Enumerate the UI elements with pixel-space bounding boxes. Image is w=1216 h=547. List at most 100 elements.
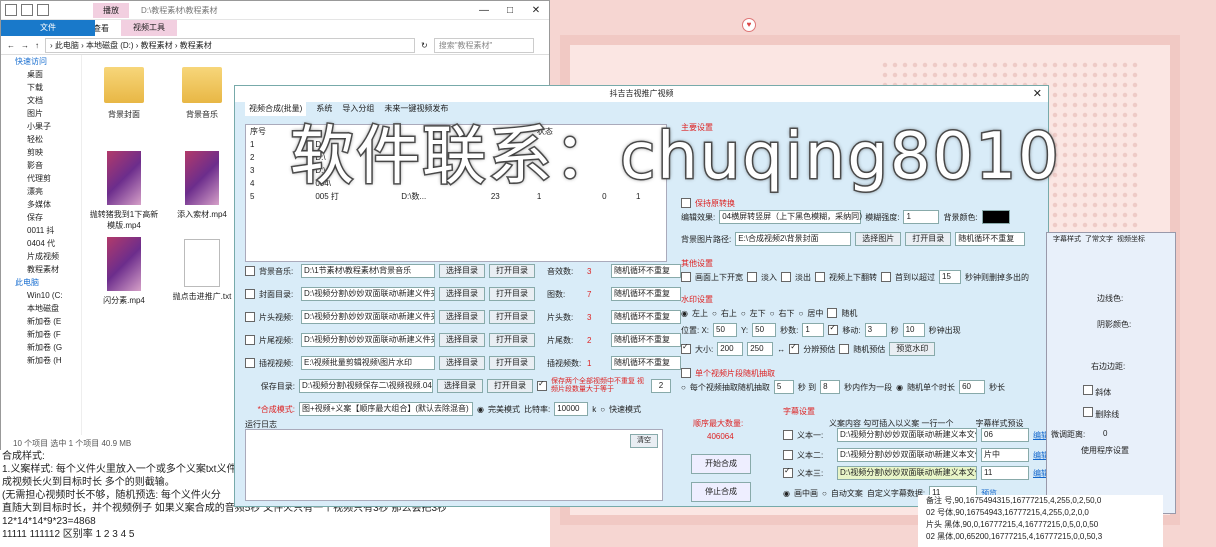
subtitle-path-input[interactable]: D:\视频分割\妙妙双面联动\新建义本文件夹 [837,448,977,462]
insert-checkbox[interactable] [245,358,255,368]
move-checkbox[interactable] [828,323,839,335]
adaptive-checkbox[interactable] [789,342,800,354]
nav-item[interactable]: 片成视频 [1,250,81,263]
strike-checkbox[interactable] [1083,407,1093,417]
radio-off-icon[interactable]: ○ [741,309,746,318]
size-checkbox[interactable] [681,342,691,354]
subtitle-checkbox[interactable] [783,430,793,440]
open-dir-button[interactable]: 打开目录 [905,232,952,246]
nav-item[interactable]: 0404 代 [1,237,81,250]
nav-drive[interactable]: Win10 (C: [1,289,81,302]
file-item[interactable]: 闪分素.mp4 [89,237,159,306]
height-input[interactable]: 250 [747,342,774,356]
play-tool-tab[interactable]: 播放 [93,2,129,18]
up-icon[interactable]: ↑ [35,41,39,50]
tab-video-coords[interactable]: 视频坐标 [1117,233,1145,247]
mode-select[interactable]: 随机循环不重复 [611,310,681,324]
list-item[interactable]: 02 号体,90,16754943,16777215,4,255,0,2,0,0 [918,507,1163,519]
search-input[interactable]: 搜索"教程素材" [433,37,534,53]
stop-compose-button[interactable]: 停止合成 [691,482,751,502]
intro-path-input[interactable]: D:\视频分割\妙妙双面联动\新建义件夹 [301,310,435,324]
list-item[interactable]: 备注 号,90,1675494315,16777215,4,255,0,2,50… [918,495,1163,507]
effect-select[interactable]: 04横屏转竖屏（上下黑色模糊，采纳同） [719,210,867,224]
radio-on-icon[interactable]: ◉ [896,383,903,392]
mode-select[interactable]: 随机循环不重复 [611,264,681,278]
link-icon[interactable]: ↔ [777,345,785,354]
pos-x-input[interactable]: 50 [713,323,738,337]
fine-tune-select[interactable]: 0 [1103,429,1107,438]
ribbon-tab-video-tools[interactable]: 视频工具 [121,20,177,36]
file-item[interactable]: 抛转猪我到1下高新模版.mp4 [89,151,159,231]
tab-subtitle-style[interactable]: 字幕样式 [1053,233,1081,247]
radio-off-icon[interactable]: ○ [681,383,686,392]
subtitle-style-select[interactable]: 片中 [981,448,1029,462]
unique-checkbox[interactable] [537,379,547,391]
blur-select[interactable]: 1 [903,210,940,224]
nav-item[interactable]: 下载 [1,81,81,94]
random-checkbox[interactable] [827,308,838,318]
start-compose-button[interactable]: 开始合成 [691,454,751,474]
file-item[interactable]: 抛点击进推广.txt [167,237,237,302]
nav-item[interactable]: 0011 抖 [1,224,81,237]
nav-item[interactable]: 代理剪 [1,172,81,185]
save-path-input[interactable]: D:\视频分割\视频保存二\视频视频.040 [299,379,433,393]
option-checkbox[interactable] [747,272,757,282]
file-item[interactable]: 添入索材.mp4 [167,151,237,220]
radio-off-icon[interactable]: ○ [712,309,717,318]
cover-mode-select[interactable]: 随机循环不重复 [955,232,1026,246]
radio-off-icon[interactable]: ○ [799,309,804,318]
intro-checkbox[interactable] [245,312,255,322]
nav-this-pc[interactable]: 此电脑 [1,276,81,289]
tab-common-text[interactable]: 了常文字 [1085,233,1113,247]
open-dir-button[interactable]: 打开目录 [489,264,535,278]
bgm-path-input[interactable]: D:\1节素材\教程素材\背景音乐 [301,264,435,278]
mode-select[interactable]: 随机循环不重复 [611,333,681,347]
move-input[interactable]: 3 [864,323,887,337]
mode-select[interactable]: 随机循环不重复 [611,356,681,370]
refresh-icon[interactable]: ↻ [421,41,428,50]
select-dir-button[interactable]: 选择目录 [439,264,485,278]
nav-item[interactable]: 保存 [1,211,81,224]
select-dir-button[interactable]: 选择目录 [439,287,485,301]
width-input[interactable]: 200 [717,342,744,356]
option-checkbox[interactable] [815,272,825,282]
select-dir-button[interactable]: 选择目录 [439,356,485,370]
radio-on-icon[interactable]: ◉ [477,405,484,414]
nav-item[interactable]: 图片 [1,107,81,120]
outro-path-input[interactable]: D:\视频分割\妙妙双面联动\新建义件夹 [301,333,435,347]
radio-on-icon[interactable]: ◉ [783,489,790,498]
nav-item[interactable]: 多媒体 [1,198,81,211]
nav-quick-access[interactable]: 快速访问 [1,55,81,68]
nav-item[interactable]: 教程素材 [1,263,81,276]
select-dir-button[interactable]: 选择目录 [439,333,485,347]
open-dir-button[interactable]: 打开目录 [487,379,533,393]
new-folder-icon[interactable] [37,4,49,16]
nav-drive[interactable]: 新加卷 (H [1,354,81,367]
nav-item[interactable]: 文档 [1,94,81,107]
bgcolor-swatch[interactable] [981,210,1010,224]
radio-off-icon[interactable]: ○ [770,309,775,318]
subtitle-style-select[interactable]: 11 [981,466,1029,480]
nav-item[interactable]: 轻松 [1,133,81,146]
run-log-area[interactable]: 清空 [245,429,663,501]
to-input[interactable]: 8 [820,380,841,394]
preview-watermark-button[interactable]: 预览水印 [889,342,936,356]
open-dir-button[interactable]: 打开目录 [489,356,535,370]
len-select[interactable]: 60 [959,380,986,394]
trim-seconds-input[interactable]: 15 [939,270,961,284]
open-dir-button[interactable]: 打开目录 [489,333,535,347]
radio-off-icon[interactable]: ○ [822,489,827,498]
nav-drive[interactable]: 新加卷 (G [1,341,81,354]
quick-access-icon[interactable] [5,4,17,16]
mode-select[interactable]: 随机循环不重复 [611,287,681,301]
radio-off-icon[interactable]: ○ [600,405,605,414]
close-icon[interactable]: ✕ [523,5,549,16]
maximize-icon[interactable]: □ [497,5,523,16]
cover-bg-path-input[interactable]: E:\合成视频2\背景封面 [735,232,852,246]
cover-path-input[interactable]: D:\视频分割\妙妙双面联动\新建义件夹 [301,287,435,301]
nav-drive[interactable]: 新加卷 (E [1,315,81,328]
list-item[interactable]: 02 黑体,00,65200,16777215,4,16777215,0,0,5… [918,531,1163,543]
insert-path-input[interactable]: E:\视频批量剪辑视频\图片水印 [301,356,435,370]
nav-item[interactable]: 影音 [1,159,81,172]
back-icon[interactable]: ← [7,41,15,50]
